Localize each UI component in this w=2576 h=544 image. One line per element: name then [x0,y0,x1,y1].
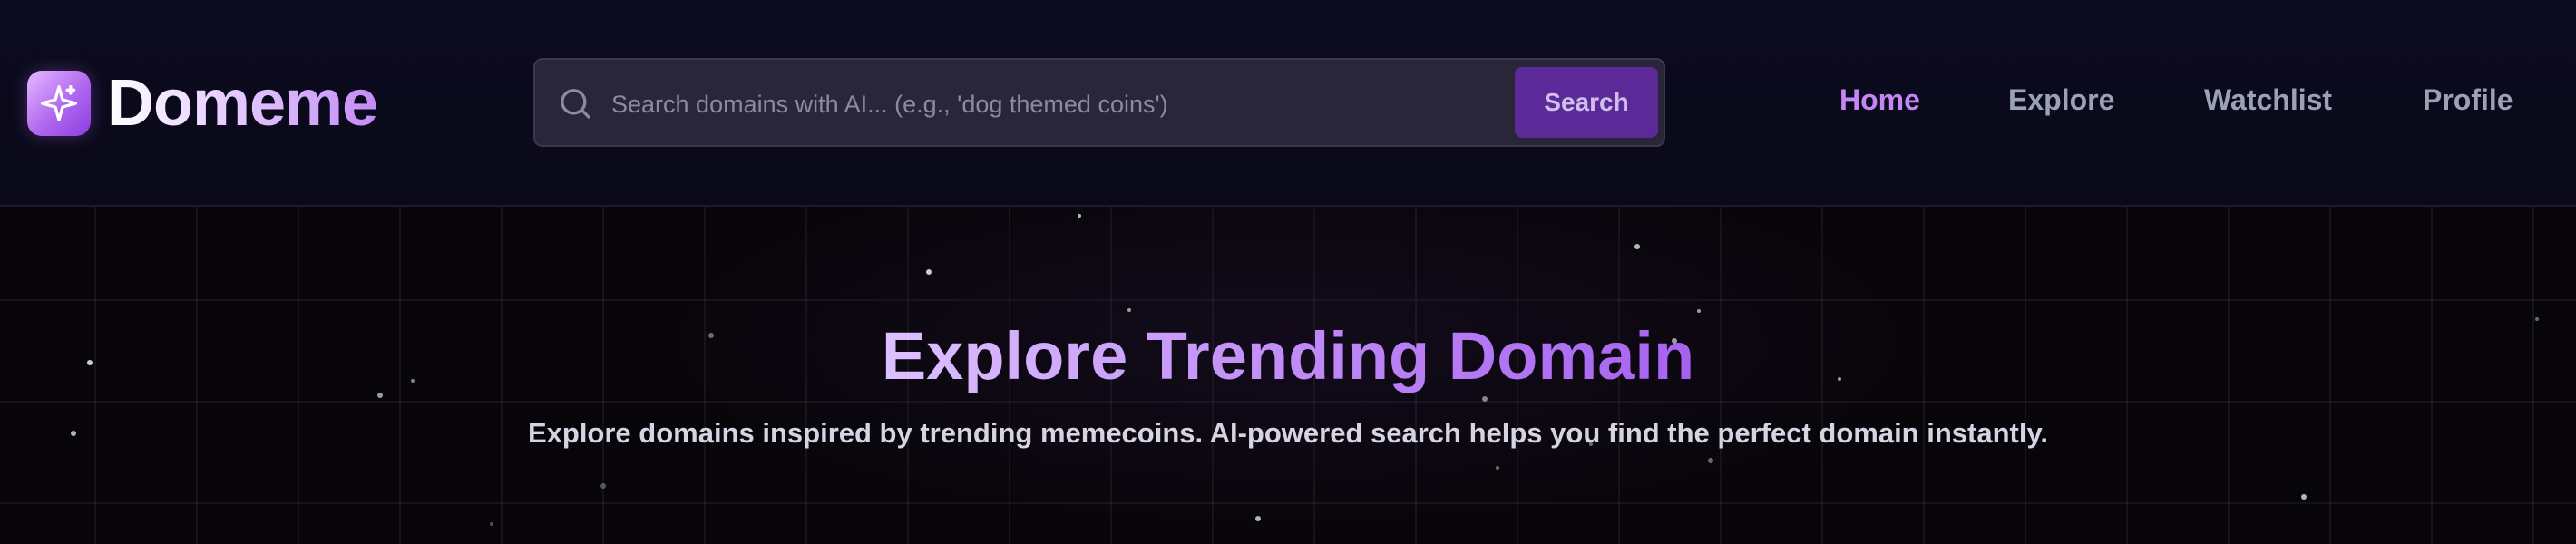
nav-home[interactable]: Home [1839,83,1920,117]
search-button[interactable]: Search [1515,67,1658,138]
search-icon [557,85,593,126]
top-header: Domeme Search Home Explore Watchlist Pro… [0,0,2576,207]
search-input[interactable] [610,78,1411,131]
brand-name: Domeme [107,67,378,140]
nav-watchlist[interactable]: Watchlist [2204,83,2332,117]
hero-subtitle: Explore domains inspired by trending mem… [527,417,2049,449]
search-bar: Search [533,58,1665,147]
sparkle-icon [27,71,91,136]
nav-explore[interactable]: Explore [2008,83,2114,117]
brand-logo[interactable]: Domeme [27,67,378,140]
hero-title: Explore Trending Domain [881,318,1695,393]
nav-profile[interactable]: Profile [2423,83,2513,117]
